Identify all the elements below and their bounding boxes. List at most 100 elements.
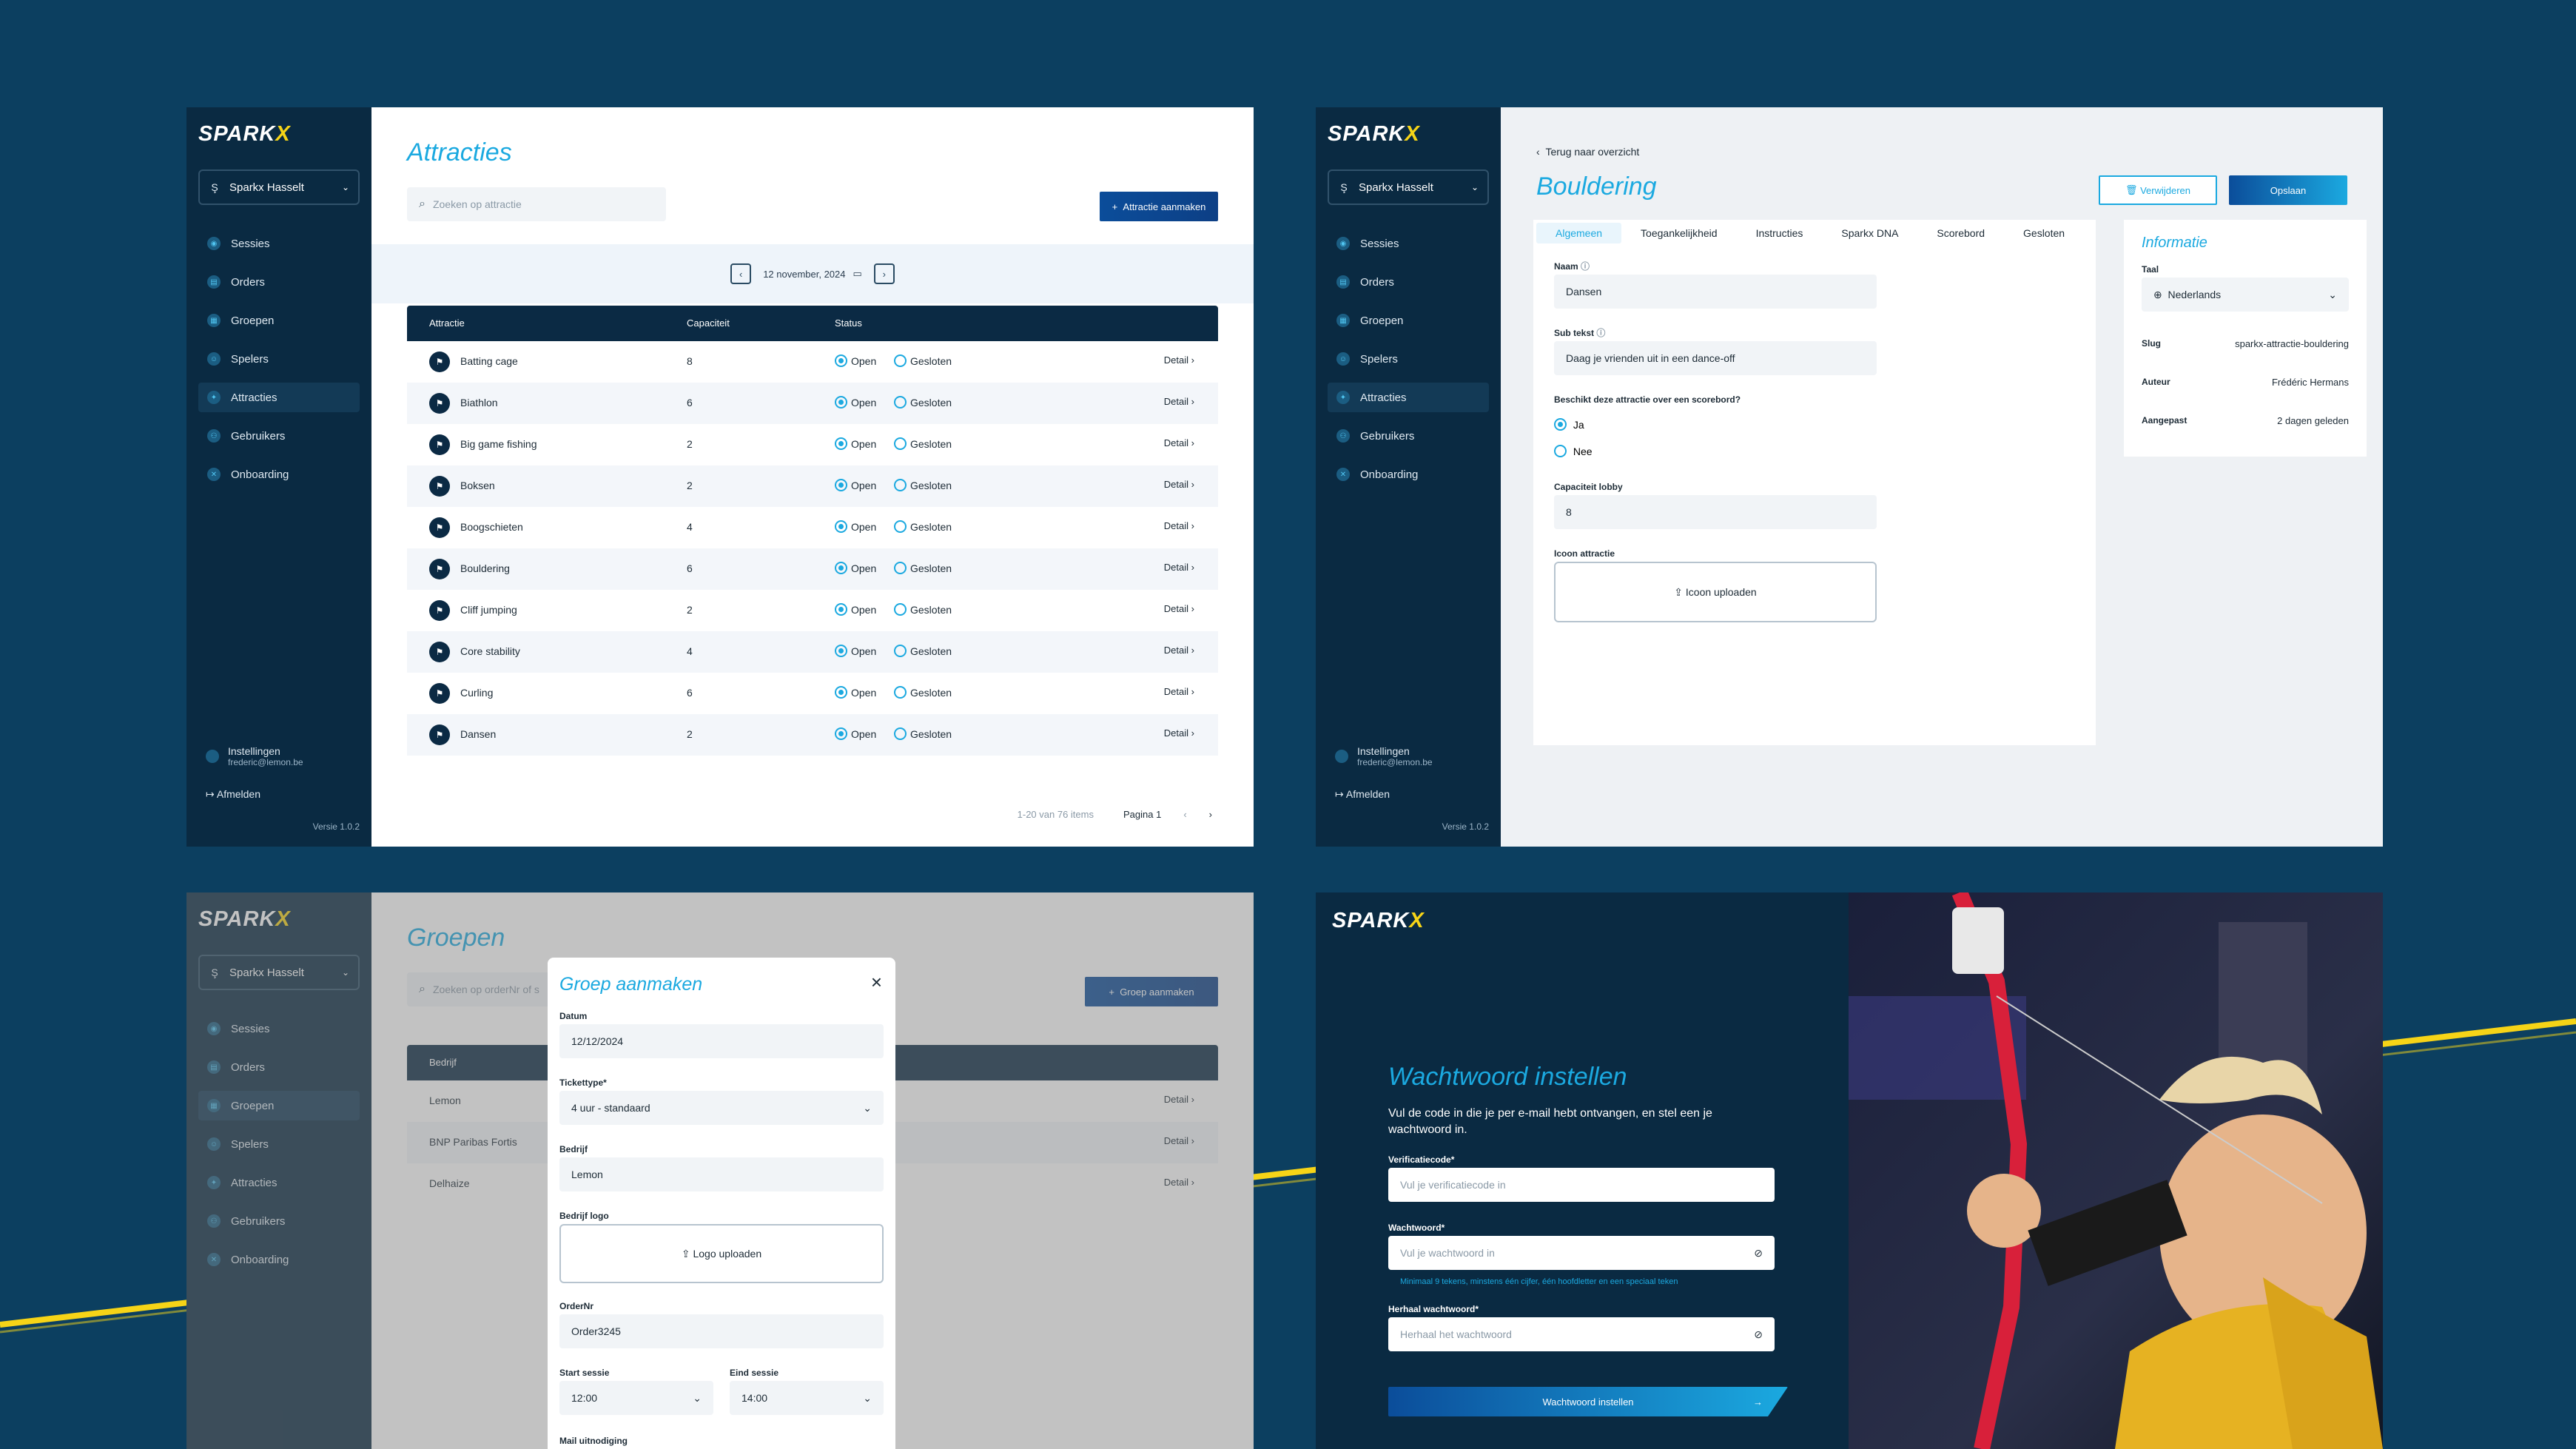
sidebar-item-attracties[interactable]: ✦ Attracties bbox=[198, 383, 360, 412]
verification-code-input[interactable]: Vul je verificatiecode in bbox=[1388, 1168, 1775, 1202]
capacity-input[interactable]: 8 bbox=[1554, 495, 1877, 529]
status-open-radio[interactable]: Open bbox=[835, 727, 876, 740]
tab-instructies[interactable]: Instructies bbox=[1737, 223, 1823, 243]
next-page-icon[interactable]: › bbox=[1209, 809, 1212, 820]
table-row[interactable]: ⚑ Biathlon 6 Open Gesloten Detail › bbox=[407, 383, 1218, 424]
status-open-radio[interactable]: Open bbox=[835, 562, 876, 574]
tab-gesloten[interactable]: Gesloten bbox=[2004, 223, 2084, 243]
status-closed-radio[interactable]: Gesloten bbox=[894, 396, 952, 409]
prev-page-icon[interactable]: ‹ bbox=[1183, 809, 1186, 820]
name-input[interactable]: Dansen bbox=[1554, 275, 1877, 309]
end-select[interactable]: 14:00 ⌄ bbox=[730, 1381, 884, 1415]
sidebar-item-gebruikers[interactable]: ⚇ Gebruikers bbox=[1328, 421, 1489, 451]
order-input[interactable]: Order3245 bbox=[559, 1314, 884, 1348]
save-button[interactable]: Opslaan bbox=[2229, 175, 2347, 205]
location-select[interactable]: Ş Sparkx Hasselt ⌄ bbox=[1328, 169, 1489, 205]
location-select[interactable]: Ş Sparkx Hasselt ⌄ bbox=[198, 169, 360, 205]
subtext-input[interactable]: Daag je vrienden uit in een dance-off bbox=[1554, 341, 1877, 375]
sidebar-item-gebruikers[interactable]: ⚇ Gebruikers bbox=[198, 421, 360, 451]
delete-button[interactable]: 🗑 Verwijderen bbox=[2099, 175, 2217, 205]
status-closed-radio[interactable]: Gesloten bbox=[894, 354, 952, 367]
detail-link[interactable]: Detail › bbox=[1164, 645, 1194, 656]
status-closed-radio[interactable]: Gesloten bbox=[894, 727, 952, 740]
logo-upload-button[interactable]: ⇪ Logo uploaden bbox=[559, 1224, 884, 1283]
datum-input[interactable]: 12/12/2024 bbox=[559, 1024, 884, 1058]
table-row[interactable]: ⚑ Big game fishing 2 Open Gesloten Detail › bbox=[407, 424, 1218, 465]
detail-link[interactable]: Detail › bbox=[1164, 603, 1194, 614]
detail-link[interactable]: Detail › bbox=[1164, 437, 1194, 448]
status-closed-radio[interactable]: Gesloten bbox=[894, 686, 952, 699]
status-open-radio[interactable]: Open bbox=[835, 437, 876, 450]
tab-sparkx-dna[interactable]: Sparkx DNA bbox=[1822, 223, 1917, 243]
tab-algemeen[interactable]: Algemeen bbox=[1536, 223, 1622, 243]
sidebar-item-groepen[interactable]: ▦ Groepen bbox=[1328, 306, 1489, 335]
sidebar-item-groepen[interactable]: ▦ Groepen bbox=[198, 306, 360, 335]
sidebar-item-sessies[interactable]: ◉ Sessies bbox=[1328, 229, 1489, 258]
eye-off-icon[interactable]: ⊘ bbox=[1754, 1328, 1763, 1341]
radio-no[interactable]: Nee bbox=[1554, 445, 1593, 457]
table-row[interactable]: ⚑ Core stability 4 Open Gesloten Detail › bbox=[407, 631, 1218, 673]
sidebar-item-spelers[interactable]: ☺ Spelers bbox=[198, 344, 360, 374]
location-icon: Ş bbox=[211, 181, 218, 193]
settings-link[interactable]: Instellingen frederic@lemon.be bbox=[206, 745, 303, 767]
eye-off-icon[interactable]: ⊘ bbox=[1754, 1247, 1763, 1260]
bedrijf-input[interactable]: Lemon bbox=[559, 1157, 884, 1191]
table-row[interactable]: ⚑ Batting cage 8 Open Gesloten Detail › bbox=[407, 341, 1218, 383]
detail-link[interactable]: Detail › bbox=[1164, 354, 1194, 366]
tab-toegankelijkheid[interactable]: Toegankelijkheid bbox=[1621, 223, 1737, 243]
radio-indicator bbox=[894, 396, 907, 409]
status-closed-radio[interactable]: Gesloten bbox=[894, 520, 952, 533]
detail-link[interactable]: Detail › bbox=[1164, 396, 1194, 407]
repeat-password-input[interactable]: Herhaal het wachtwoord ⊘ bbox=[1388, 1317, 1775, 1351]
sidebar-item-spelers[interactable]: ☺ Spelers bbox=[1328, 344, 1489, 374]
status-open-radio[interactable]: Open bbox=[835, 645, 876, 657]
sidebar-item-orders[interactable]: ▤ Orders bbox=[198, 267, 360, 297]
detail-link[interactable]: Detail › bbox=[1164, 686, 1194, 697]
status-open-radio[interactable]: Open bbox=[835, 603, 876, 616]
next-date-button[interactable]: › bbox=[873, 263, 895, 284]
status-closed-radio[interactable]: Gesloten bbox=[894, 603, 952, 616]
status-open-radio[interactable]: Open bbox=[835, 354, 876, 367]
close-icon[interactable]: × bbox=[871, 971, 882, 994]
tab-scorebord[interactable]: Scorebord bbox=[1917, 223, 2004, 243]
settings-link[interactable]: Instellingen frederic@lemon.be bbox=[1335, 745, 1433, 767]
table-row[interactable]: ⚑ Dansen 2 Open Gesloten Detail › bbox=[407, 714, 1218, 756]
logout-link[interactable]: ↦ Afmelden bbox=[206, 788, 260, 801]
set-password-button[interactable]: Wachtwoord instellen → bbox=[1388, 1387, 1788, 1416]
table-row[interactable]: ⚑ Boksen 2 Open Gesloten Detail › bbox=[407, 465, 1218, 507]
sidebar-item-attracties[interactable]: ✦ Attracties bbox=[1328, 383, 1489, 412]
sidebar-item-sessies[interactable]: ◉ Sessies bbox=[198, 229, 360, 258]
detail-link[interactable]: Detail › bbox=[1164, 520, 1194, 531]
table-row[interactable]: ⚑ Boogschieten 4 Open Gesloten Detail › bbox=[407, 507, 1218, 548]
prev-date-button[interactable]: ‹ bbox=[730, 263, 752, 284]
detail-link[interactable]: Detail › bbox=[1164, 479, 1194, 490]
password-input[interactable]: Vul je wachtwoord in ⊘ bbox=[1388, 1236, 1775, 1270]
sidebar-item-orders[interactable]: ▤ Orders bbox=[1328, 267, 1489, 297]
sidebar-item-onboarding[interactable]: ✕ Onboarding bbox=[1328, 460, 1489, 489]
calendar-icon[interactable]: ▭ bbox=[853, 268, 862, 280]
orders-icon: ▤ bbox=[207, 275, 221, 289]
status-closed-radio[interactable]: Gesloten bbox=[894, 437, 952, 450]
status-open-radio[interactable]: Open bbox=[835, 520, 876, 533]
icon-upload-button[interactable]: ⇪ Icoon uploaden bbox=[1554, 562, 1877, 622]
back-link[interactable]: ‹ Terug naar overzicht bbox=[1536, 146, 1639, 158]
radio-yes[interactable]: Ja bbox=[1554, 418, 1584, 431]
lang-select[interactable]: ⊕ Nederlands ⌄ bbox=[2142, 278, 2349, 312]
table-row[interactable]: ⚑ Curling 6 Open Gesloten Detail › bbox=[407, 673, 1218, 714]
sidebar-item-onboarding[interactable]: ✕ Onboarding bbox=[198, 460, 360, 489]
start-select[interactable]: 12:00 ⌄ bbox=[559, 1381, 713, 1415]
table-row[interactable]: ⚑ Bouldering 6 Open Gesloten Detail › bbox=[407, 548, 1218, 590]
search-input[interactable]: ⌕ Zoeken op attractie bbox=[407, 187, 666, 221]
create-attractie-button[interactable]: + Attractie aanmaken bbox=[1100, 192, 1218, 221]
status-closed-radio[interactable]: Gesloten bbox=[894, 562, 952, 574]
status-closed-radio[interactable]: Gesloten bbox=[894, 645, 952, 657]
status-open-radio[interactable]: Open bbox=[835, 479, 876, 491]
table-row[interactable]: ⚑ Cliff jumping 2 Open Gesloten Detail › bbox=[407, 590, 1218, 631]
detail-link[interactable]: Detail › bbox=[1164, 562, 1194, 573]
status-open-radio[interactable]: Open bbox=[835, 396, 876, 409]
detail-link[interactable]: Detail › bbox=[1164, 727, 1194, 739]
status-closed-radio[interactable]: Gesloten bbox=[894, 479, 952, 491]
logout-link[interactable]: ↦ Afmelden bbox=[1335, 788, 1390, 801]
status-open-radio[interactable]: Open bbox=[835, 686, 876, 699]
ticket-select[interactable]: 4 uur - standaard ⌄ bbox=[559, 1091, 884, 1125]
